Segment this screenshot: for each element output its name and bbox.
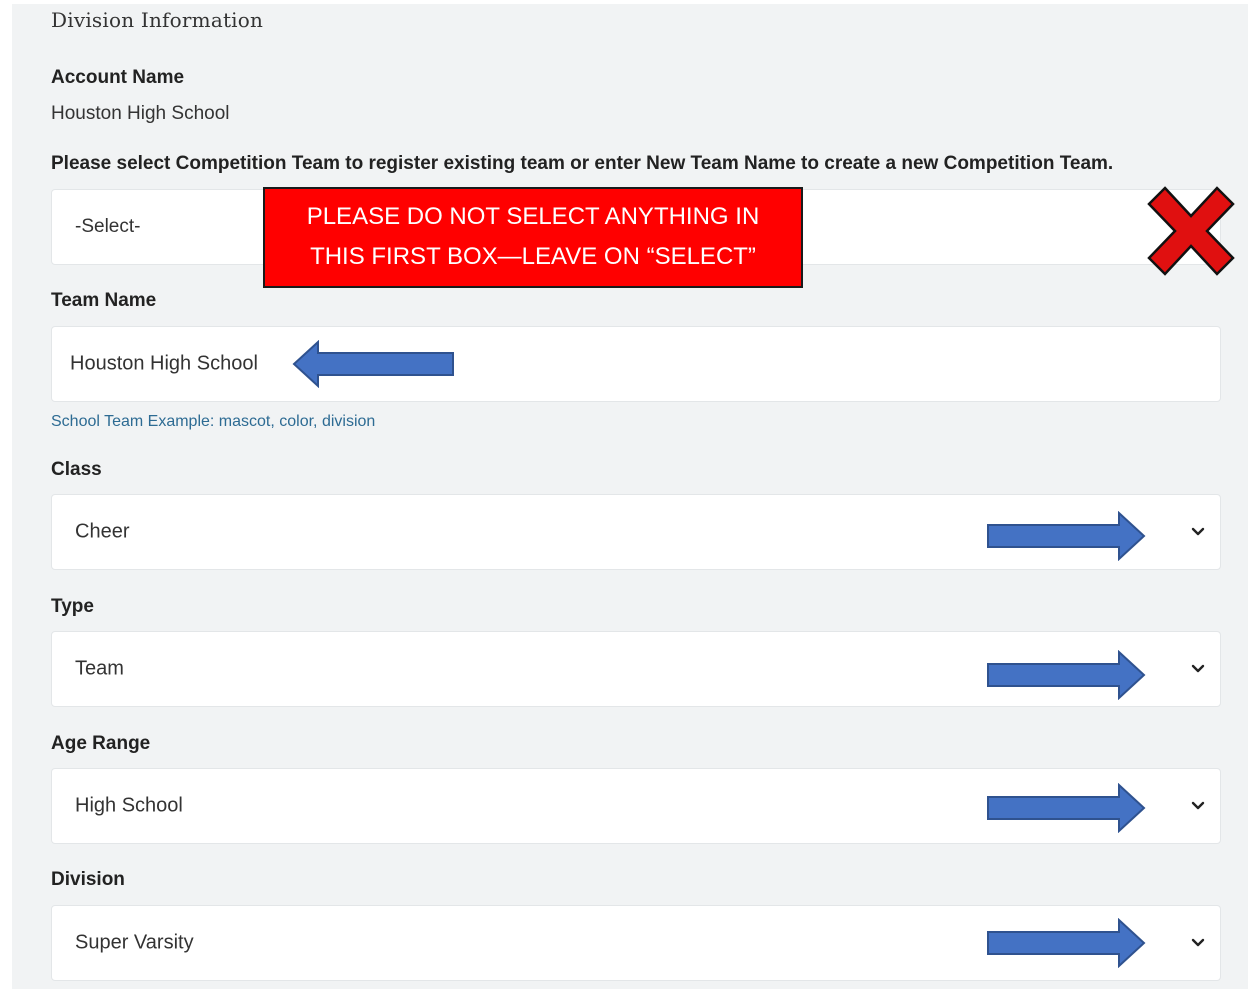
division-selected-value: Super Varsity [75, 931, 194, 954]
type-label: Type [51, 596, 94, 617]
section-title: Division Information [51, 8, 264, 32]
competition-team-selected-value: -Select- [75, 216, 141, 237]
arrow-right-icon [987, 511, 1146, 561]
chevron-down-icon [1191, 664, 1205, 673]
account-name-value: Houston High School [51, 103, 230, 124]
x-mark-icon [1147, 186, 1235, 276]
arrow-right-icon [987, 918, 1146, 968]
account-name-label: Account Name [51, 67, 185, 88]
chevron-down-icon [1191, 938, 1205, 947]
division-label: Division [51, 869, 125, 890]
arrow-left-icon [292, 340, 454, 388]
type-selected-value: Team [75, 657, 124, 680]
class-label: Class [51, 459, 102, 480]
annotation-line-1: PLEASE DO NOT SELECT ANYTHING IN [306, 203, 760, 230]
team-name-input[interactable]: Houston High School [51, 326, 1221, 402]
team-name-hint: School Team Example: mascot, color, divi… [51, 413, 376, 430]
age-range-label: Age Range [51, 733, 151, 754]
age-range-selected-value: High School [75, 794, 183, 817]
annotation-callout: PLEASE DO NOT SELECT ANYTHING IN THIS FI… [263, 187, 803, 288]
annotation-line-2: THIS FIRST BOX—LEAVE ON “SELECT” [310, 243, 756, 270]
chevron-down-icon [1191, 527, 1205, 536]
competition-team-label: Please select Competition Team to regist… [51, 153, 1114, 174]
team-name-value: Houston High School [70, 352, 258, 375]
class-selected-value: Cheer [75, 520, 130, 543]
chevron-down-icon [1191, 801, 1205, 810]
team-name-label: Team Name [51, 290, 157, 311]
arrow-right-icon [987, 650, 1146, 700]
arrow-right-icon [987, 783, 1146, 833]
